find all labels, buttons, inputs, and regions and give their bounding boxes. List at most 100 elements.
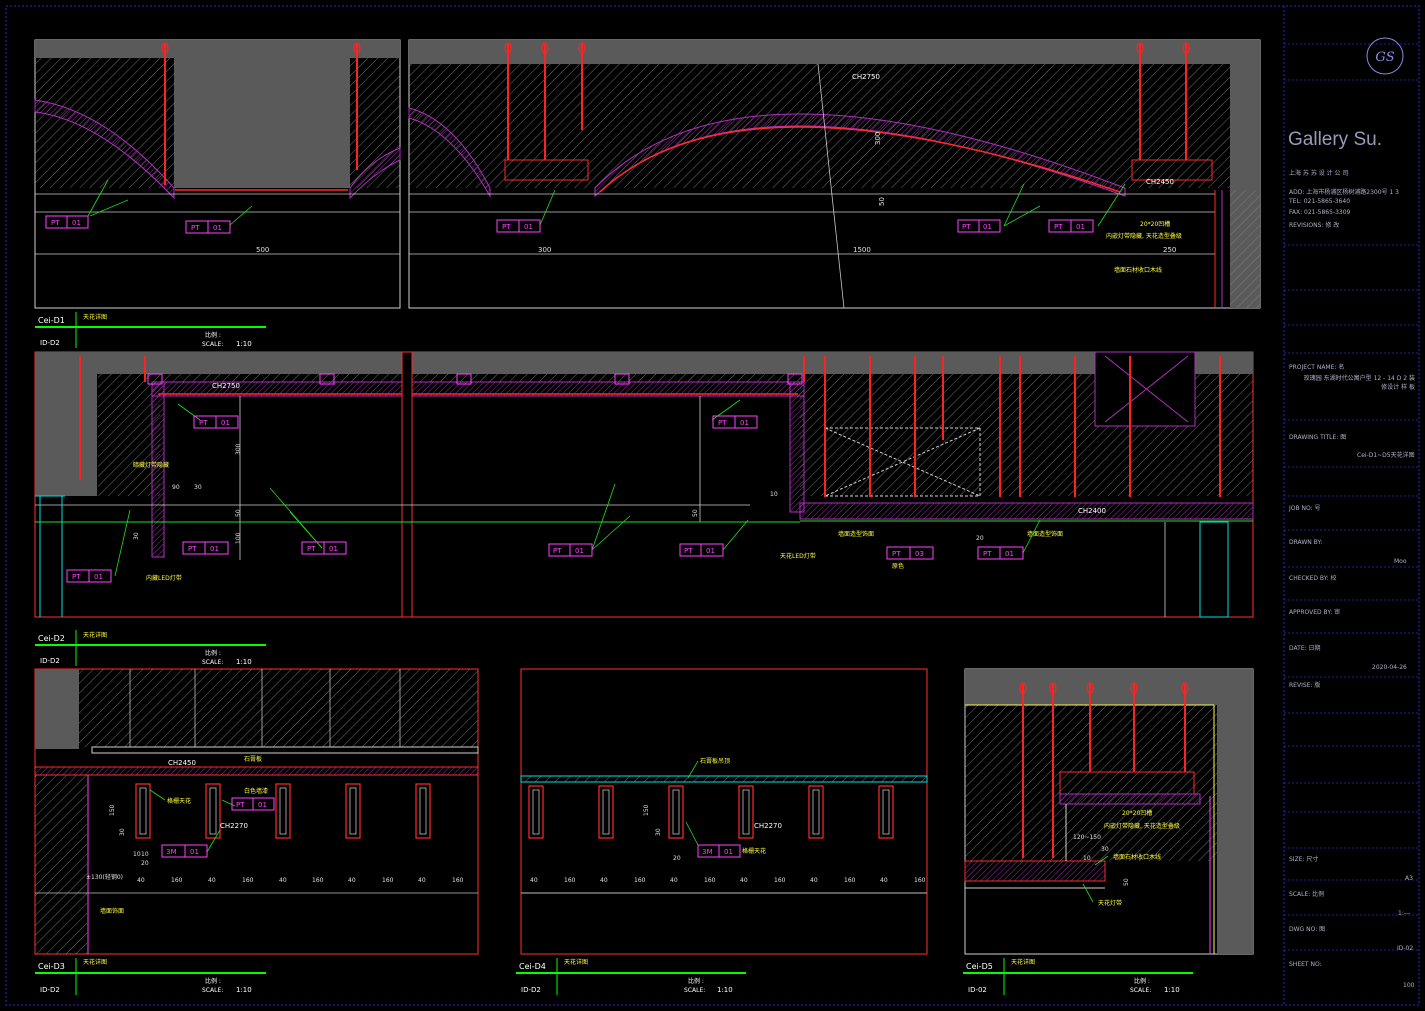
svg-text:天花详图: 天花详图 [1011, 958, 1035, 966]
svg-text:PT: PT [684, 547, 693, 555]
dimension-text: 1500 [853, 246, 871, 254]
dimension-text: 40 [670, 877, 678, 884]
svg-text:03: 03 [915, 550, 924, 558]
annotation-note: 暗藏灯带隐藏 [133, 461, 169, 469]
address-line: FAX: 021-5865-3309 [1289, 209, 1351, 216]
level-mark: CH2400 [1078, 507, 1106, 515]
dimension-text: 40 [600, 877, 608, 884]
level-mark: CH2750 [852, 73, 880, 81]
dimension-text: 10 [1083, 855, 1091, 862]
checked-by-label: CHECKED BY: 校 [1289, 575, 1337, 582]
annotation-note: 格栅天花 [742, 847, 766, 855]
material-tag: PT 01 [301, 541, 347, 555]
dimension-text: 30 [119, 828, 126, 836]
svg-text:01: 01 [706, 547, 715, 555]
annotation-note: 墙面造型饰面 [838, 530, 874, 538]
material-tag: 3M 01 [161, 844, 208, 858]
dimension-text: 40 [880, 877, 888, 884]
svg-text:PT: PT [191, 224, 200, 232]
sheet-no-value: 100 [1403, 982, 1415, 989]
svg-text:SCALE:: SCALE: [1130, 987, 1151, 994]
material-tag: PT 01 [182, 541, 229, 555]
drawn-by-value: Moo [1394, 558, 1407, 565]
dimension-text: 160 [452, 877, 464, 884]
view-cei-d1: CH2750 CH2450 500 300 1500 250 300 50 20… [34, 39, 1261, 348]
size-value: A3 [1405, 875, 1413, 882]
svg-text:01: 01 [213, 224, 222, 232]
svg-text:比例 :: 比例 : [205, 649, 221, 657]
annotation-note: 白色墙漆 [244, 787, 268, 795]
dimension-text: 10 [133, 851, 141, 858]
svg-text:SCALE:: SCALE: [684, 987, 705, 994]
revise-label: REVISE: 版 [1289, 682, 1321, 689]
dimension-text: 40 [810, 877, 818, 884]
dwg-no-value: ID-02 [1397, 945, 1414, 952]
dimension-text: 160 [382, 877, 394, 884]
address-line: ADD: 上海市杨浦区杨树浦路2300号 1 3 [1289, 189, 1399, 196]
drawing-title-value: Cei-D1~D5天花详图 [1357, 452, 1415, 459]
dimension-text: 10 [141, 851, 149, 858]
view-title-d3: Cei-D3 ID-D2 天花详图 比例 : SCALE: 1:10 [35, 958, 266, 995]
svg-text:ID-D2: ID-D2 [40, 657, 60, 665]
svg-text:天花详图: 天花详图 [83, 958, 107, 966]
material-tag: PT 01 [231, 797, 275, 811]
material-tag: PT 01 [66, 569, 112, 583]
dimension-text: 160 [844, 877, 856, 884]
approved-by-label: APPROVED BY: 审 [1289, 609, 1341, 616]
svg-text:PT: PT [892, 550, 901, 558]
dimension-text: 40 [348, 877, 356, 884]
view-cei-d2: CH2750 CH2400 300 50 90 30 30 50 100 20 … [34, 351, 1254, 666]
dimension-text: 40 [740, 877, 748, 884]
svg-text:比例 :: 比例 : [205, 331, 221, 339]
svg-text:PT: PT [307, 545, 316, 553]
revisions-label: REVISIONS: 修 改 [1289, 222, 1340, 229]
svg-text:比例 :: 比例 : [1134, 977, 1150, 985]
annotation-note: 天花灯带 [1098, 899, 1122, 907]
svg-text:01: 01 [190, 848, 199, 856]
svg-text:Cei-D1: Cei-D1 [38, 316, 65, 325]
annotation-note: 内嵌灯带隐藏, 天花造型叠级 [1104, 822, 1180, 830]
svg-text:ID-02: ID-02 [968, 986, 987, 994]
svg-text:PT: PT [199, 419, 208, 427]
svg-text:Cei-D5: Cei-D5 [966, 962, 993, 971]
annotation-note: 墙面饰面 [100, 907, 124, 915]
material-tag: PT 01 [679, 543, 724, 557]
view-cei-d3: CH2450 CH2270 150 30 10 10 20 40 160 40 … [34, 668, 479, 995]
annotation-note: 20*20凹槽 [1122, 809, 1152, 817]
dimension-text: 160 [704, 877, 716, 884]
svg-text:01: 01 [575, 547, 584, 555]
annotation-note: 原色 [892, 562, 904, 570]
svg-text:PT: PT [72, 573, 81, 581]
project-name-value: 玫瑰园 东湖时代公寓户型 12 - 14 D 2 装修设计 样 板 [1303, 375, 1415, 391]
dimension-text: 300 [235, 443, 242, 455]
level-mark: CH2270 [754, 822, 782, 830]
annotation-note: 20*20凹槽 [1140, 220, 1170, 228]
dimension-text: 300 [538, 246, 551, 254]
dimension-text: 160 [774, 877, 786, 884]
svg-text:01: 01 [221, 419, 230, 427]
company-name: Gallery Su. [1288, 129, 1382, 150]
drawing-title-label: DRAWING TITLE: 图 [1289, 434, 1347, 441]
svg-text:比例 :: 比例 : [205, 977, 221, 985]
dimension-text: 20 [673, 855, 681, 862]
dimension-text: 300 [874, 132, 882, 145]
svg-text:天花详图: 天花详图 [564, 958, 588, 966]
svg-text:比例 :: 比例 : [688, 977, 704, 985]
size-label: SIZE: 尺寸 [1289, 856, 1319, 863]
svg-text:01: 01 [740, 419, 749, 427]
dimension-text: 160 [242, 877, 254, 884]
dimension-text: 50 [692, 509, 699, 517]
svg-text:ID-D2: ID-D2 [40, 339, 60, 347]
annotation-note: 墙面石材收口木线 [1113, 853, 1161, 861]
address-line: TEL: 021-5865-3640 [1289, 198, 1351, 205]
sheet-no-label: SHEET NO: [1289, 961, 1322, 968]
annotation-note: 天花LED灯带 [780, 552, 816, 560]
svg-text:PT: PT [718, 419, 727, 427]
svg-text:01: 01 [983, 223, 992, 231]
dimension-text: 150 [643, 804, 650, 816]
logo-monogram: GS [1375, 50, 1394, 65]
svg-text:天花详图: 天花详图 [83, 313, 107, 321]
view-cei-d4: CH2270 150 30 20 40 160 40 160 40 160 40… [516, 668, 928, 995]
drawn-by-label: DRAWN BY: [1289, 539, 1323, 546]
svg-text:PT: PT [51, 219, 60, 227]
